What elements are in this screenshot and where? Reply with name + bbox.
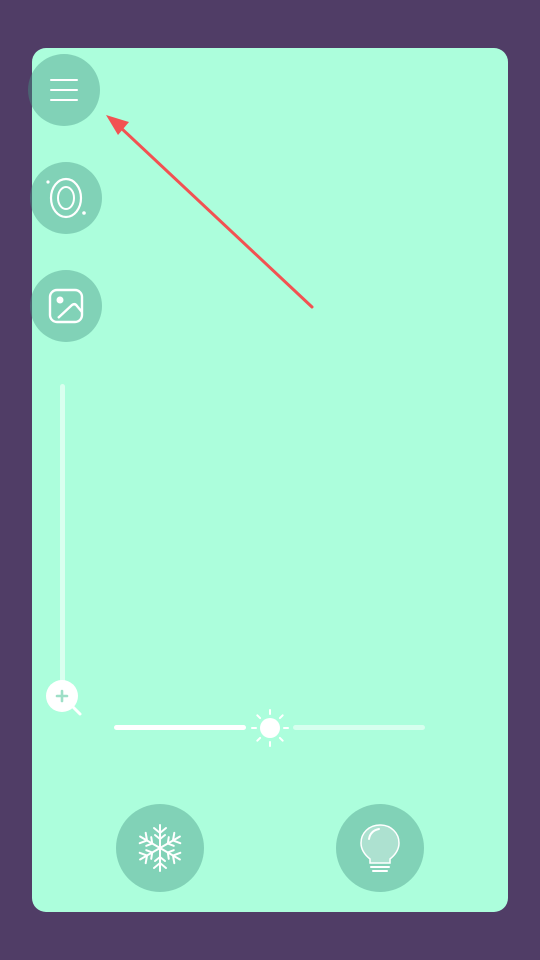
light-button[interactable] <box>336 804 424 892</box>
sun-icon <box>251 709 289 747</box>
lens-filter-icon <box>46 177 86 219</box>
freeze-button[interactable] <box>116 804 204 892</box>
camera-preview[interactable] <box>32 48 508 912</box>
zoom-slider-track[interactable] <box>60 384 65 684</box>
zoom-slider-handle[interactable] <box>44 678 84 718</box>
menu-icon <box>50 79 78 101</box>
zoom-in-icon <box>46 680 82 716</box>
brightness-slider-handle[interactable] <box>250 708 290 748</box>
lightbulb-icon <box>360 824 400 872</box>
brightness-slider-filled[interactable] <box>114 725 246 730</box>
brightness-slider-track[interactable] <box>293 725 425 730</box>
snowflake-icon <box>138 824 182 872</box>
filter-button[interactable] <box>30 162 102 234</box>
gallery-button[interactable] <box>30 270 102 342</box>
menu-button[interactable] <box>28 54 100 126</box>
gallery-icon <box>48 288 84 324</box>
